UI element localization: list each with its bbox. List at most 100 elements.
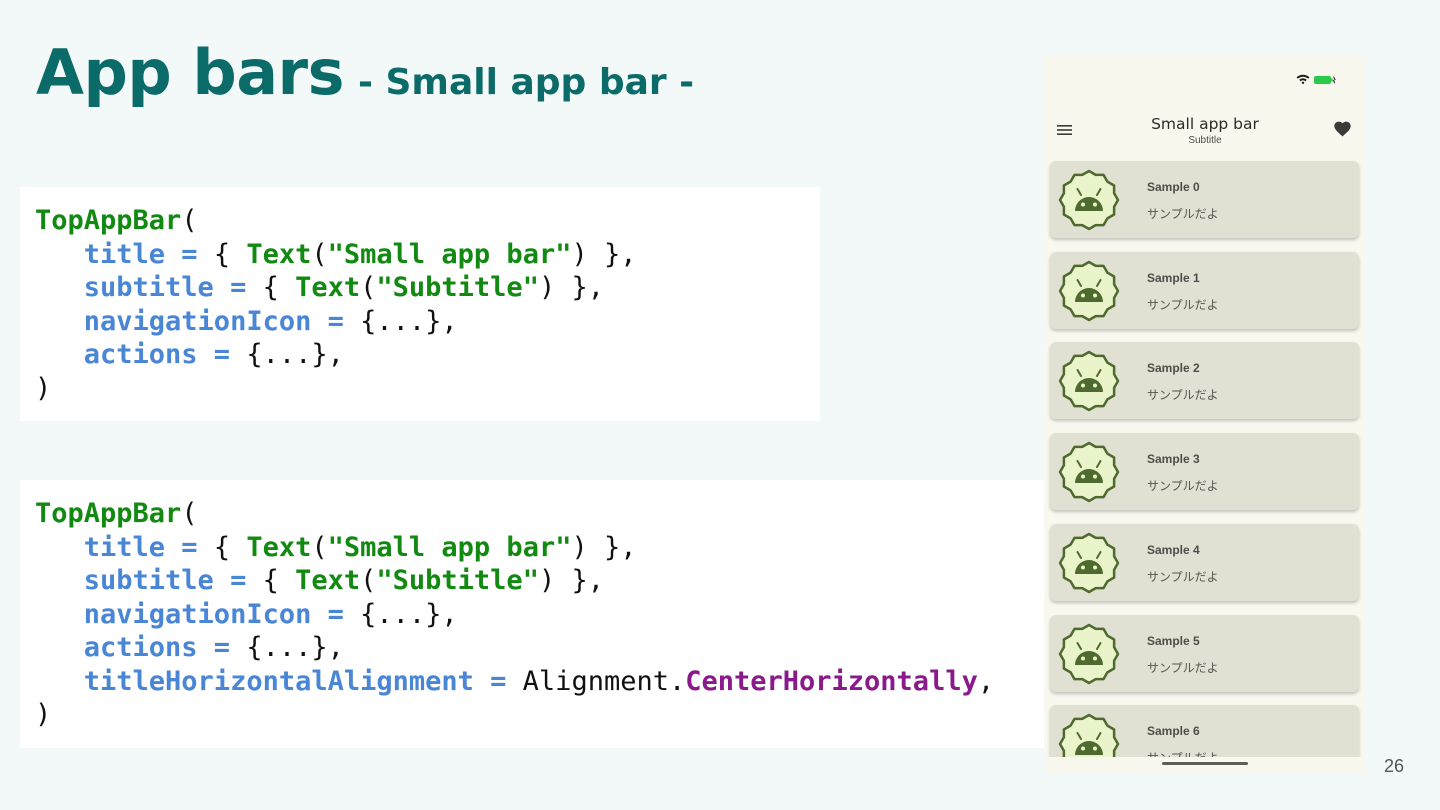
code-token: ) }, bbox=[571, 238, 637, 270]
favorite-icon[interactable] bbox=[1334, 121, 1351, 137]
code-token: titleHorizontalAlignment = bbox=[35, 665, 523, 697]
code-token: CenterHorizontally bbox=[685, 665, 978, 697]
code-line: title = { Text("Small app bar") }, bbox=[35, 531, 1044, 565]
android-avatar-icon bbox=[1058, 532, 1120, 594]
code-token: actions = bbox=[35, 339, 247, 370]
list-item-subtitle: サンプルだよ bbox=[1147, 207, 1219, 221]
code-token: navigationIcon = bbox=[35, 305, 361, 337]
code-token: {...}, bbox=[246, 632, 344, 663]
code-line: subtitle = { Text("Subtitle") }, bbox=[35, 564, 1044, 598]
code-token: ) }, bbox=[538, 565, 604, 596]
list-item-title: Sample 4 bbox=[1147, 542, 1200, 557]
code-block-2: TopAppBar( title = { Text("Small app bar… bbox=[20, 480, 1044, 748]
app-bar-title: Small app bar bbox=[1151, 115, 1259, 133]
app-bar-title-block: Small app bar Subtitle bbox=[1084, 114, 1326, 147]
menu-icon[interactable] bbox=[1057, 123, 1073, 137]
code-line: subtitle = { Text("Subtitle") }, bbox=[35, 271, 820, 305]
code-block-1: TopAppBar( title = { Text("Small app bar… bbox=[20, 187, 820, 421]
android-avatar-icon bbox=[1058, 351, 1120, 412]
code-line: ) bbox=[35, 372, 820, 406]
code-token: { bbox=[262, 272, 296, 303]
list-item-subtitle: サンプルだよ bbox=[1147, 479, 1219, 494]
gesture-handle[interactable] bbox=[1162, 762, 1248, 765]
status-bar bbox=[1044, 55, 1366, 101]
code-line: navigationIcon = {...}, bbox=[35, 305, 820, 339]
code-token: {...}, bbox=[246, 339, 344, 370]
gesture-navigation-area bbox=[1044, 757, 1366, 773]
code-token: Text bbox=[295, 565, 361, 596]
code-token: ) }, bbox=[571, 531, 637, 563]
code-line: titleHorizontalAlignment = Alignment.Cen… bbox=[35, 665, 1044, 699]
code-token: TopAppBar bbox=[35, 205, 182, 236]
code-token: Text bbox=[246, 238, 312, 270]
list-item-subtitle: サンプルだよ bbox=[1147, 660, 1219, 675]
code-token: Text bbox=[246, 531, 312, 563]
page-number: 26 bbox=[1384, 756, 1405, 776]
code-line: TopAppBar( bbox=[35, 497, 1044, 531]
code-token: ) bbox=[35, 699, 52, 730]
code-token: ( bbox=[360, 272, 377, 303]
code-token: ( bbox=[311, 238, 328, 270]
slide-title-subtitle: - Small app bar - bbox=[358, 62, 695, 103]
phone-screenshot: Small app bar Subtitle Sample 0 サンプルだよ Sam… bbox=[1044, 55, 1366, 773]
list-item-subtitle: サンプルだよ bbox=[1147, 388, 1219, 403]
list-item-subtitle: サンプルだよ bbox=[1147, 569, 1219, 584]
android-avatar-icon bbox=[1058, 623, 1120, 684]
list-item-title: Sample 5 bbox=[1147, 633, 1200, 648]
list-item[interactable]: Sample 4 サンプルだよ bbox=[1050, 523, 1359, 601]
list-item-subtitle: サンプルだよ bbox=[1147, 749, 1219, 757]
code-token: ( bbox=[311, 531, 328, 563]
code-line: TopAppBar( bbox=[35, 204, 820, 238]
code-token: subtitle = bbox=[35, 272, 263, 303]
code-line: actions = {...}, bbox=[35, 631, 1044, 665]
code-token: ( bbox=[181, 498, 198, 529]
list-item[interactable]: Sample 1 サンプルだよ bbox=[1050, 251, 1359, 329]
sample-list[interactable]: Sample 0 サンプルだよ Sample 1 サンプルだよ Sample 2 サンプル… bbox=[1044, 159, 1366, 757]
code-token: , bbox=[977, 665, 995, 697]
code-token: actions = bbox=[35, 632, 247, 663]
list-item-title: Sample 0 bbox=[1147, 180, 1200, 194]
code-token: TopAppBar bbox=[35, 498, 182, 529]
android-avatar-icon bbox=[1058, 441, 1120, 503]
code-token: title = bbox=[35, 238, 214, 270]
code-token: ) bbox=[35, 372, 52, 404]
code-line: navigationIcon = {...}, bbox=[35, 598, 1044, 632]
code-token: ( bbox=[181, 205, 198, 236]
android-avatar-icon bbox=[1058, 713, 1120, 757]
code-token: subtitle = bbox=[35, 565, 263, 596]
android-avatar-icon bbox=[1058, 260, 1120, 321]
small-app-bar: Small app bar Subtitle bbox=[1044, 101, 1366, 159]
code-token: { bbox=[213, 531, 247, 563]
code-token: Text bbox=[295, 272, 361, 303]
list-item[interactable]: Sample 2 サンプルだよ bbox=[1050, 342, 1359, 420]
code-line: ) bbox=[35, 698, 1044, 732]
code-token: Alignment. bbox=[522, 665, 686, 697]
code-line: title = { Text("Small app bar") }, bbox=[35, 238, 820, 272]
code-token: {...}, bbox=[360, 598, 458, 630]
code-token: "Small app bar" bbox=[327, 238, 572, 270]
code-line: actions = {...}, bbox=[35, 338, 820, 372]
wifi-icon bbox=[1296, 74, 1310, 84]
app-bar-subtitle: Subtitle bbox=[1188, 135, 1222, 146]
list-item[interactable]: Sample 5 サンプルだよ bbox=[1050, 614, 1359, 692]
list-item-title: Sample 3 bbox=[1147, 452, 1200, 467]
android-avatar-icon bbox=[1058, 169, 1120, 231]
code-token: navigationIcon = bbox=[35, 598, 361, 630]
list-item[interactable]: Sample 6 サンプルだよ bbox=[1050, 705, 1359, 757]
list-item-title: Sample 2 bbox=[1147, 361, 1200, 376]
list-item-title: Sample 6 bbox=[1147, 724, 1200, 739]
code-token: "Small app bar" bbox=[327, 531, 572, 563]
code-token: { bbox=[262, 565, 296, 596]
code-token: { bbox=[213, 238, 247, 270]
list-item-title: Sample 1 bbox=[1147, 270, 1200, 285]
list-item-subtitle: サンプルだよ bbox=[1147, 297, 1219, 312]
list-item[interactable]: Sample 3 サンプルだよ bbox=[1050, 433, 1359, 511]
code-token: {...}, bbox=[360, 305, 458, 337]
code-token: "Subtitle" bbox=[376, 565, 539, 596]
code-token: title = bbox=[35, 531, 214, 563]
list-item[interactable]: Sample 0 サンプルだよ bbox=[1050, 161, 1359, 238]
code-token: "Subtitle" bbox=[376, 272, 539, 303]
code-token: ) }, bbox=[538, 272, 604, 303]
code-token: ( bbox=[360, 565, 377, 596]
battery-charging-icon bbox=[1314, 75, 1336, 85]
